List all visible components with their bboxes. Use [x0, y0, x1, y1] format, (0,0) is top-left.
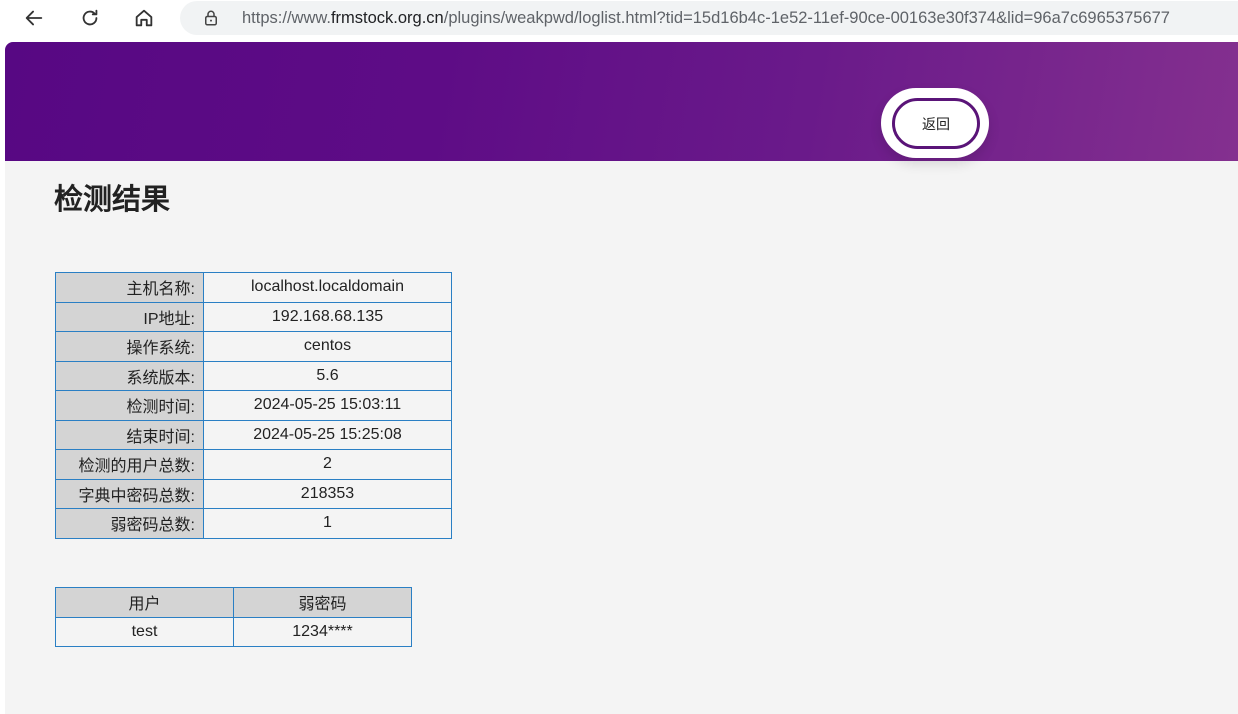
- column-header-user: 用户: [55, 587, 234, 618]
- table-row: 系统版本: 5.6: [55, 360, 452, 391]
- info-label: 字典中密码总数:: [55, 478, 204, 509]
- table-row: 结束时间: 2024-05-25 15:25:08: [55, 419, 452, 450]
- info-label: 检测时间:: [55, 390, 204, 421]
- lock-icon[interactable]: [202, 9, 220, 27]
- host-info-table: 主机名称: localhost.localdomain IP地址: 192.168.6…: [55, 272, 452, 539]
- url-path: /plugins/weakpwd/loglist.html?tid=15d16b…: [443, 8, 1170, 27]
- reload-icon[interactable]: [74, 4, 106, 32]
- user-cell: test: [55, 616, 234, 647]
- info-value: centos: [203, 331, 452, 362]
- column-header-weak-password: 弱密码: [233, 587, 412, 618]
- table-row: 字典中密码总数: 218353: [55, 478, 452, 509]
- url-domain: frmstock.org.cn: [330, 8, 444, 27]
- info-label: 主机名称:: [55, 272, 204, 303]
- browser-toolbar: https://www.frmstock.org.cn/plugins/weak…: [0, 0, 1238, 40]
- table-row: 主机名称: localhost.localdomain: [55, 272, 452, 303]
- weak-password-table: 用户 弱密码 test 1234****: [55, 587, 412, 647]
- header-banner: [5, 42, 1238, 161]
- info-label: IP地址:: [55, 301, 204, 332]
- info-value: 192.168.68.135: [203, 301, 452, 332]
- table-row: 弱密码总数: 1: [55, 508, 452, 539]
- table-row: 检测的用户总数: 2: [55, 449, 452, 480]
- info-value: 2: [203, 449, 452, 480]
- info-value: localhost.localdomain: [203, 272, 452, 303]
- weak-password-cell: 1234****: [233, 616, 412, 647]
- address-bar[interactable]: https://www.frmstock.org.cn/plugins/weak…: [180, 1, 1238, 35]
- info-value: 1: [203, 508, 452, 539]
- info-value: 2024-05-25 15:25:08: [203, 419, 452, 450]
- url-text[interactable]: https://www.frmstock.org.cn/plugins/weak…: [242, 9, 1170, 28]
- table-row: test 1234****: [55, 616, 412, 647]
- table-header-row: 用户 弱密码: [55, 587, 412, 618]
- home-icon[interactable]: [128, 4, 160, 32]
- info-label: 系统版本:: [55, 360, 204, 391]
- info-label: 结束时间:: [55, 419, 204, 450]
- info-value: 2024-05-25 15:03:11: [203, 390, 452, 421]
- info-label: 操作系统:: [55, 331, 204, 362]
- page-title: 检测结果: [54, 182, 171, 216]
- table-row: IP地址: 192.168.68.135: [55, 301, 452, 332]
- url-prefix: https://www.: [242, 8, 331, 27]
- info-value: 5.6: [203, 360, 452, 391]
- info-label: 检测的用户总数:: [55, 449, 204, 480]
- page-content: 返回 检测结果 主机名称: localhost.localdomain IP地址: 1…: [5, 42, 1238, 714]
- table-row: 检测时间: 2024-05-25 15:03:11: [55, 390, 452, 421]
- info-value: 218353: [203, 478, 452, 509]
- back-arrow-icon[interactable]: [18, 4, 50, 32]
- info-label: 弱密码总数:: [55, 508, 204, 539]
- back-button[interactable]: 返回: [892, 98, 980, 149]
- table-row: 操作系统: centos: [55, 331, 452, 362]
